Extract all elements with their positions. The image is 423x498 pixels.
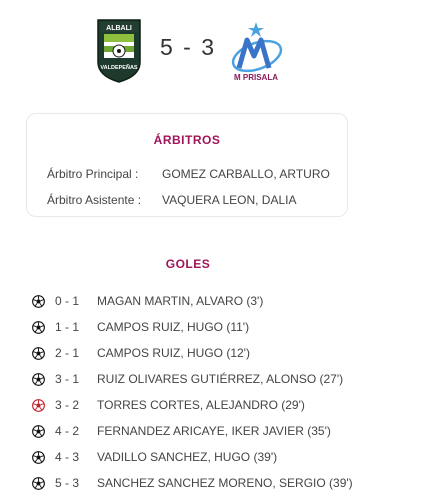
soccer-ball-icon xyxy=(32,295,45,308)
goal-scorer: FERNANDEZ ARICAYE, IKER JAVIER (35') xyxy=(97,424,331,438)
goal-score: 4 - 3 xyxy=(55,450,80,464)
goal-score: 0 - 1 xyxy=(55,294,80,308)
home-crest-name: ALBALI xyxy=(106,25,132,32)
referee-label: Árbitro Principal : xyxy=(47,167,139,181)
home-crest-town: VALDEPEÑAS xyxy=(100,64,138,71)
goal-scorer: TORRES CORTES, ALEJANDRO (29') xyxy=(97,398,305,412)
goals-title: GOLES xyxy=(165,257,211,271)
soccer-ball-icon xyxy=(32,373,45,386)
goal-score: 2 - 1 xyxy=(55,346,80,360)
goal-score: 4 - 2 xyxy=(55,424,80,438)
soccer-ball-icon xyxy=(32,425,45,438)
goal-scorer: CAMPOS RUIZ, HUGO (12') xyxy=(97,346,250,360)
referee-name: GOMEZ CARBALLO, ARTURO xyxy=(162,167,330,181)
referee-label: Árbitro Asistente : xyxy=(47,193,142,207)
soccer-ball-icon xyxy=(32,347,45,360)
away-crest-logo-text: M PRISALA xyxy=(234,73,278,82)
goal-score: 3 - 1 xyxy=(55,372,80,386)
goal-scorer: CAMPOS RUIZ, HUGO (11') xyxy=(97,320,250,334)
referees-title: ÁRBITROS xyxy=(153,133,221,147)
albali-valdepenas-crest-icon: ALBALI VALDEPEÑAS xyxy=(97,19,141,83)
referee-row-main: Árbitro Principal : GOMEZ CARBALLO, ARTUR… xyxy=(47,167,330,181)
match-header: ALBALI VALDEPEÑAS 5 - 3 M PRISALA xyxy=(0,0,423,100)
goal-scorer: SANCHEZ SANCHEZ MORENO, SERGIO (39') xyxy=(97,476,353,490)
soccer-ball-red-icon xyxy=(32,399,45,412)
goal-scorer: VADILLO SANCHEZ, HUGO (39') xyxy=(97,450,278,464)
soccer-ball-icon xyxy=(32,477,45,490)
referee-row-assistant: Árbitro Asistente : VAQUERA LEON, DALIA xyxy=(47,193,297,207)
goal-score: 1 - 1 xyxy=(55,320,80,334)
referee-name: VAQUERA LEON, DALIA xyxy=(162,193,297,207)
movistar-inter-crest-icon: M PRISALA xyxy=(231,22,283,82)
soccer-ball-icon xyxy=(32,321,45,334)
goal-score: 5 - 3 xyxy=(55,476,80,490)
match-score: 5 - 3 xyxy=(159,34,217,60)
goal-scorer: RUIZ OLIVARES GUTIÉRREZ, ALONSO (27') xyxy=(97,372,344,386)
goal-scorer: MAGAN MARTIN, ALVARO (3') xyxy=(97,294,264,308)
goal-score: 3 - 2 xyxy=(55,398,80,412)
referees-card: ÁRBITROS Árbitro Principal : GOMEZ CARBAL… xyxy=(26,113,348,217)
soccer-ball-icon xyxy=(32,451,45,464)
